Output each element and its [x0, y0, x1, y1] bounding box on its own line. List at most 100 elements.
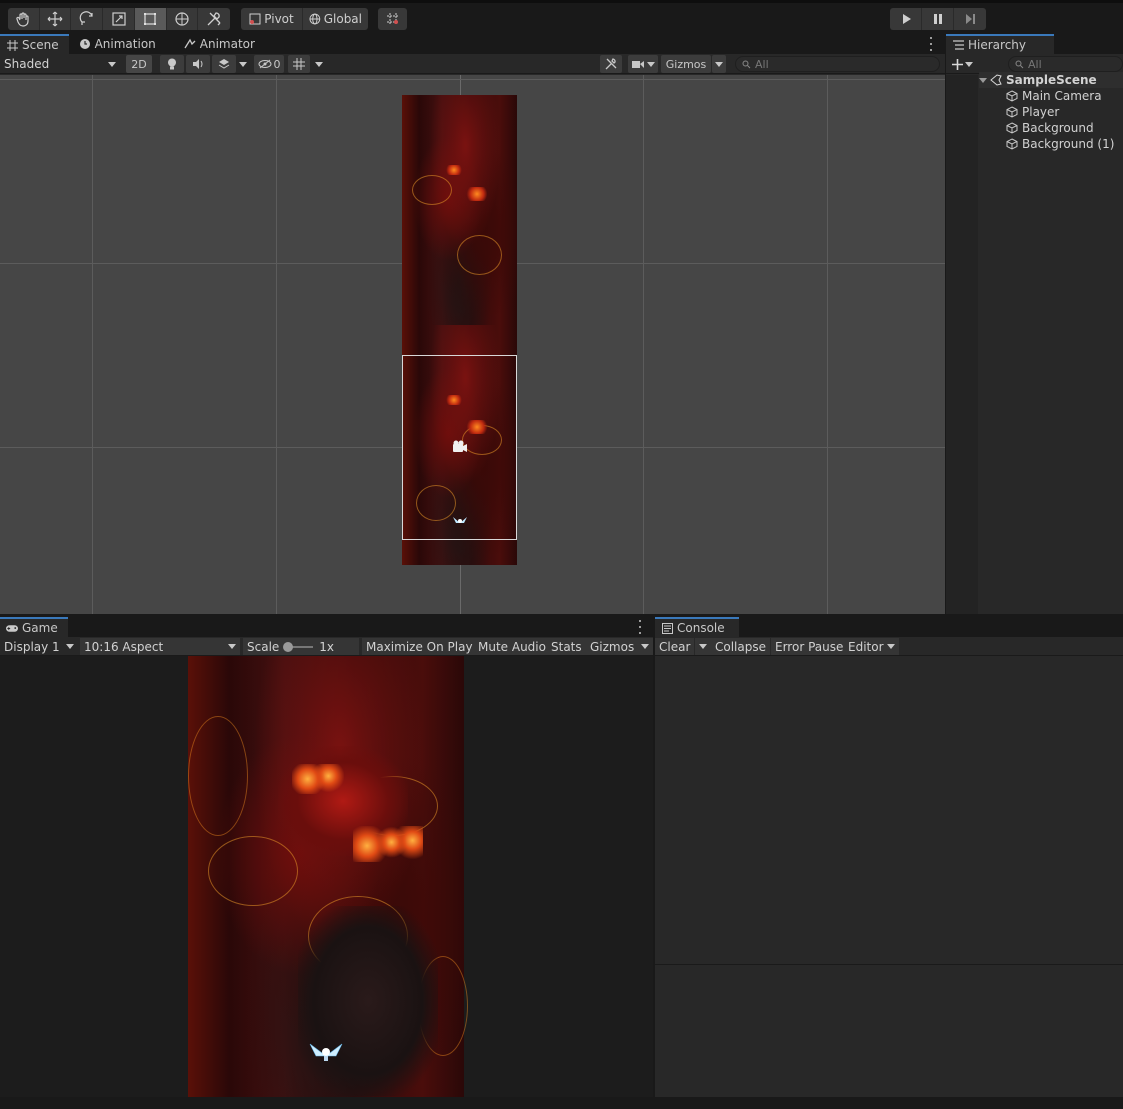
step-icon	[966, 14, 975, 24]
game-toolbar: Display 1 10:16 Aspect Scale 1x Maximize…	[0, 637, 653, 656]
scale-slider[interactable]: Scale 1x	[243, 638, 359, 655]
scale-icon	[111, 12, 126, 26]
scale-thumb[interactable]	[283, 641, 294, 652]
scene-search-placeholder: All	[755, 57, 769, 71]
transform-tool-button[interactable]	[167, 8, 199, 30]
stats-button[interactable]: Stats	[547, 638, 586, 655]
grid-dropdown[interactable]	[312, 55, 326, 73]
grid-snap-button[interactable]	[378, 8, 407, 30]
aspect-value: 10:16 Aspect	[84, 639, 164, 654]
chevron-down-icon	[965, 61, 973, 67]
mute-audio-button[interactable]: Mute Audio	[474, 638, 550, 655]
move-icon	[47, 11, 63, 27]
camera-gizmo-icon[interactable]	[452, 440, 468, 454]
transform-tools	[8, 8, 230, 30]
move-tool-button[interactable]	[40, 8, 72, 30]
chevron-down-icon	[108, 61, 116, 67]
plus-icon	[952, 58, 963, 70]
tab-scene[interactable]: Scene	[0, 34, 69, 54]
scene-options-menu[interactable]	[928, 37, 934, 51]
hidden-objects-toggle[interactable]: 0	[254, 55, 284, 73]
object-label: Main Camera	[1022, 89, 1102, 103]
hand-tool-button[interactable]	[8, 8, 40, 30]
hierarchy-item-background[interactable]: Background	[1006, 120, 1094, 136]
game-gizmos-dropdown[interactable]	[637, 638, 653, 655]
rotate-icon	[79, 11, 93, 25]
object-label: Background	[1022, 121, 1094, 135]
tab-animator-label: Animator	[199, 37, 255, 51]
camera-settings[interactable]	[628, 55, 658, 73]
lighting-toggle[interactable]	[160, 55, 184, 73]
pause-button[interactable]	[922, 8, 954, 30]
scene-search-input[interactable]: All	[735, 56, 940, 72]
tab-console[interactable]: Console	[655, 617, 739, 637]
pivot-label: Pivot	[264, 12, 294, 26]
display-dropdown[interactable]: Display 1	[0, 638, 78, 655]
maximize-on-play-button[interactable]: Maximize On Play	[362, 638, 477, 655]
tab-animator[interactable]: Animator	[178, 34, 265, 54]
aspect-dropdown[interactable]: 10:16 Aspect	[80, 638, 240, 655]
player-ship-sprite	[309, 1043, 343, 1061]
scene-gizmos-dropdown[interactable]	[712, 55, 726, 73]
hierarchy-tabbar: Hierarchy	[946, 34, 1123, 54]
rect-transform-icon	[144, 13, 157, 25]
hierarchy-item-main-camera[interactable]: Main Camera	[1006, 88, 1102, 104]
grid-visibility-toggle[interactable]	[288, 55, 310, 73]
clock-icon	[79, 38, 91, 50]
hierarchy-search-input[interactable]: All	[1008, 56, 1123, 72]
console-log-list[interactable]	[655, 656, 1123, 964]
tab-animation[interactable]: Animation	[73, 34, 166, 54]
tab-scene-label: Scene	[22, 38, 59, 52]
game-panel: Game Display 1 10:16 Aspect Scale 1x Max…	[0, 617, 653, 1097]
global-button[interactable]: Global	[303, 8, 368, 30]
snap-group	[378, 8, 407, 30]
gameobject-icon	[1006, 90, 1018, 102]
tools-toggle[interactable]	[600, 55, 622, 73]
step-button[interactable]	[954, 8, 986, 30]
clear-options-dropdown[interactable]	[695, 638, 711, 655]
game-viewport[interactable]	[0, 656, 653, 1097]
editor-dropdown[interactable]: Editor	[844, 638, 899, 655]
scale-track[interactable]	[283, 641, 314, 652]
clear-button[interactable]: Clear	[655, 638, 695, 655]
background-sprite[interactable]	[402, 95, 517, 325]
add-object-button[interactable]	[952, 56, 978, 72]
pause-icon	[933, 14, 942, 24]
player-sprite[interactable]	[452, 515, 468, 525]
scale-tool-button[interactable]	[103, 8, 135, 30]
custom-tool-button[interactable]	[198, 8, 230, 30]
scene-gizmos-button[interactable]: Gizmos	[661, 55, 711, 73]
tab-hierarchy[interactable]: Hierarchy	[946, 34, 1055, 54]
shading-mode-dropdown[interactable]: Shaded	[4, 56, 120, 72]
audio-toggle[interactable]	[186, 55, 210, 73]
collapse-button[interactable]: Collapse	[711, 638, 770, 655]
gameobject-icon	[1006, 106, 1018, 118]
unity-scene-icon	[990, 74, 1002, 86]
play-button[interactable]	[890, 8, 922, 30]
speaker-icon	[193, 59, 203, 69]
hierarchy-item-player[interactable]: Player	[1006, 104, 1059, 120]
scene-gizmos-label: Gizmos	[665, 57, 707, 71]
rotate-tool-button[interactable]	[71, 8, 104, 30]
scene-viewport[interactable]	[0, 75, 945, 614]
chevron-down-icon	[66, 644, 74, 649]
error-pause-button[interactable]: Error Pause	[771, 638, 848, 655]
hierarchy-item-background-1[interactable]: Background (1)	[1006, 136, 1114, 152]
rect-tool-button[interactable]	[134, 8, 167, 30]
effects-dropdown[interactable]	[236, 55, 250, 73]
tab-game[interactable]: Game	[0, 617, 68, 637]
pivot-button[interactable]: Pivot	[241, 8, 303, 30]
tools-icon	[605, 58, 617, 70]
stats-label: Stats	[551, 639, 582, 654]
chevron-down-icon	[228, 644, 236, 649]
hierarchy-panel: Hierarchy All SampleScene Main Camera Pl…	[946, 34, 1123, 614]
layers-icon	[218, 59, 230, 69]
game-gizmos-button[interactable]: Gizmos	[586, 638, 639, 655]
gameobject-icon	[1006, 122, 1018, 134]
effects-toggle[interactable]	[212, 55, 236, 73]
scene-root-item[interactable]: SampleScene	[979, 72, 1123, 88]
mode-2d-button[interactable]: 2D	[126, 55, 152, 73]
game-options-menu[interactable]	[637, 620, 643, 634]
search-icon	[1015, 60, 1024, 68]
chevron-down-icon	[715, 61, 723, 67]
